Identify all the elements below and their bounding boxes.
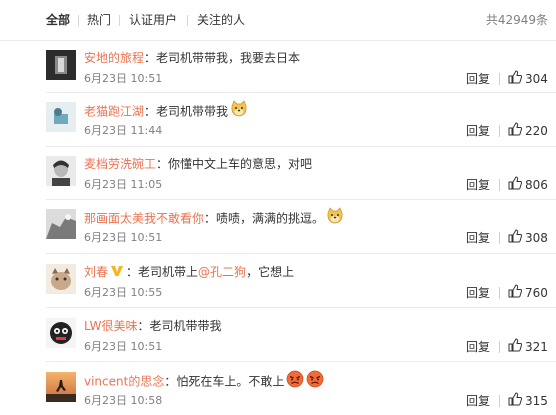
like-count: 308 xyxy=(525,231,548,245)
separator: ： xyxy=(137,319,150,333)
comment-text: 安地的旅程：老司机带带我，我要去日本 xyxy=(84,48,300,68)
tab-following[interactable]: 关注的人 xyxy=(197,0,245,40)
comment-text: 刘春 ：老司机带上@孔二狗，它想上 xyxy=(84,262,294,282)
avatar[interactable] xyxy=(46,318,76,348)
thumbs-up-icon xyxy=(508,338,522,352)
mention-link[interactable]: @孔二狗 xyxy=(198,265,246,279)
action-divider xyxy=(499,341,500,353)
reply-button[interactable]: 回复 xyxy=(466,72,490,86)
comment-time: 6月23日 10:51 xyxy=(84,340,163,353)
tab-verified-users[interactable]: 认证用户 xyxy=(129,0,177,40)
like-count: 760 xyxy=(525,286,548,300)
doge-icon xyxy=(326,207,344,231)
reply-button[interactable]: 回复 xyxy=(466,231,490,245)
thumbs-up-icon xyxy=(508,122,522,136)
comment-username[interactable]: vincent的思念 xyxy=(84,375,164,389)
avatar[interactable] xyxy=(46,50,76,80)
comment-panel: 全部 热门 认证用户 关注的人 共42949条 安地的旅程：老司机带带我，我要去… xyxy=(0,0,556,415)
comment-divider xyxy=(46,361,556,362)
comment-time: 6月23日 11:05 xyxy=(84,178,163,191)
tab-all[interactable]: 全部 xyxy=(46,0,70,40)
reply-button[interactable]: 回复 xyxy=(466,340,490,354)
avatar[interactable] xyxy=(46,209,76,239)
comment-divider xyxy=(46,253,556,254)
comment-body-tail: ，它想上 xyxy=(246,265,295,279)
comment-text: 麦档劳洗碗工：你懂中文上车的意思，对吧 xyxy=(84,154,312,174)
comment-username[interactable]: 刘春 xyxy=(84,265,108,279)
comment-body: 老司机带带我 xyxy=(149,319,222,333)
like-count: 220 xyxy=(525,124,548,138)
doge-icon xyxy=(230,100,248,124)
comment-text: LW很美味：老司机带带我 xyxy=(84,316,221,336)
action-divider xyxy=(499,125,500,137)
action-divider xyxy=(499,232,500,244)
vip-badge-icon xyxy=(110,263,124,283)
thumbs-up-icon xyxy=(508,229,522,243)
action-divider xyxy=(499,179,500,191)
thumbs-up-icon xyxy=(508,70,522,84)
tab-divider xyxy=(78,15,79,26)
comment-text: vincent的思念：怕死在车上。不敢上 xyxy=(84,370,324,390)
separator: ： xyxy=(144,104,157,119)
comment-time: 6月23日 10:55 xyxy=(84,286,163,299)
comment-count: 共42949条 xyxy=(485,13,548,27)
like-count: 321 xyxy=(525,340,548,354)
like-count: 304 xyxy=(525,72,548,86)
separator: ： xyxy=(164,374,177,389)
separator: ： xyxy=(126,265,139,279)
avatar[interactable] xyxy=(46,102,76,132)
avatar[interactable] xyxy=(46,156,76,186)
action-divider xyxy=(499,395,500,407)
separator: ： xyxy=(156,157,169,171)
comment-divider xyxy=(46,199,556,200)
comment-tabs: 全部 热门 认证用户 关注的人 共42949条 xyxy=(0,0,556,41)
thumbs-up-icon xyxy=(508,392,522,406)
comment-body: 老司机带上 xyxy=(138,265,199,279)
comment-text: 老猫跑江湖：老司机带带我 xyxy=(84,100,248,120)
comment-username[interactable]: 安地的旅程 xyxy=(84,51,144,65)
like-count: 315 xyxy=(525,394,548,408)
comment-divider xyxy=(46,92,556,93)
separator: ： xyxy=(204,211,217,226)
tab-divider xyxy=(119,15,120,26)
comment-divider xyxy=(46,307,556,308)
comment-time: 6月23日 10:51 xyxy=(84,72,163,85)
separator: ： xyxy=(144,51,157,65)
avatar[interactable] xyxy=(46,372,76,402)
comment-username[interactable]: 麦档劳洗碗工 xyxy=(84,157,156,171)
comment-text: 那画面太美我不敢看你：啧啧，满满的挑逗。 xyxy=(84,207,344,227)
tab-divider xyxy=(187,15,188,26)
thumbs-up-icon xyxy=(508,284,522,298)
reply-button[interactable]: 回复 xyxy=(466,178,490,192)
comment-body: 怕死在车上。不敢上 xyxy=(176,374,285,389)
action-divider xyxy=(499,73,500,85)
comment-body: 啧啧，满满的挑逗。 xyxy=(216,211,325,226)
comment-time: 6月23日 10:51 xyxy=(84,231,163,244)
comment-username[interactable]: 老猫跑江湖 xyxy=(84,105,144,119)
reply-button[interactable]: 回复 xyxy=(466,394,490,408)
comment-body: 你懂中文上车的意思，对吧 xyxy=(168,157,313,171)
reply-button[interactable]: 回复 xyxy=(466,286,490,300)
reply-button[interactable]: 回复 xyxy=(466,124,490,138)
angry-face-icon xyxy=(286,370,304,394)
avatar[interactable] xyxy=(46,264,76,294)
comment-body: 老司机带带我，我要去日本 xyxy=(156,51,301,65)
like-count: 806 xyxy=(525,178,548,192)
angry-face-icon xyxy=(306,370,324,394)
action-divider xyxy=(499,287,500,299)
comment-time: 6月23日 11:44 xyxy=(84,124,163,137)
thumbs-up-icon xyxy=(508,176,522,190)
comment-username[interactable]: 那画面太美我不敢看你 xyxy=(84,212,204,226)
comment-username[interactable]: LW很美味 xyxy=(84,319,137,333)
tab-hot[interactable]: 热门 xyxy=(87,0,111,40)
comment-time: 6月23日 10:58 xyxy=(84,394,163,407)
comment-body: 老司机带带我 xyxy=(156,104,229,119)
comment-divider xyxy=(46,146,556,147)
